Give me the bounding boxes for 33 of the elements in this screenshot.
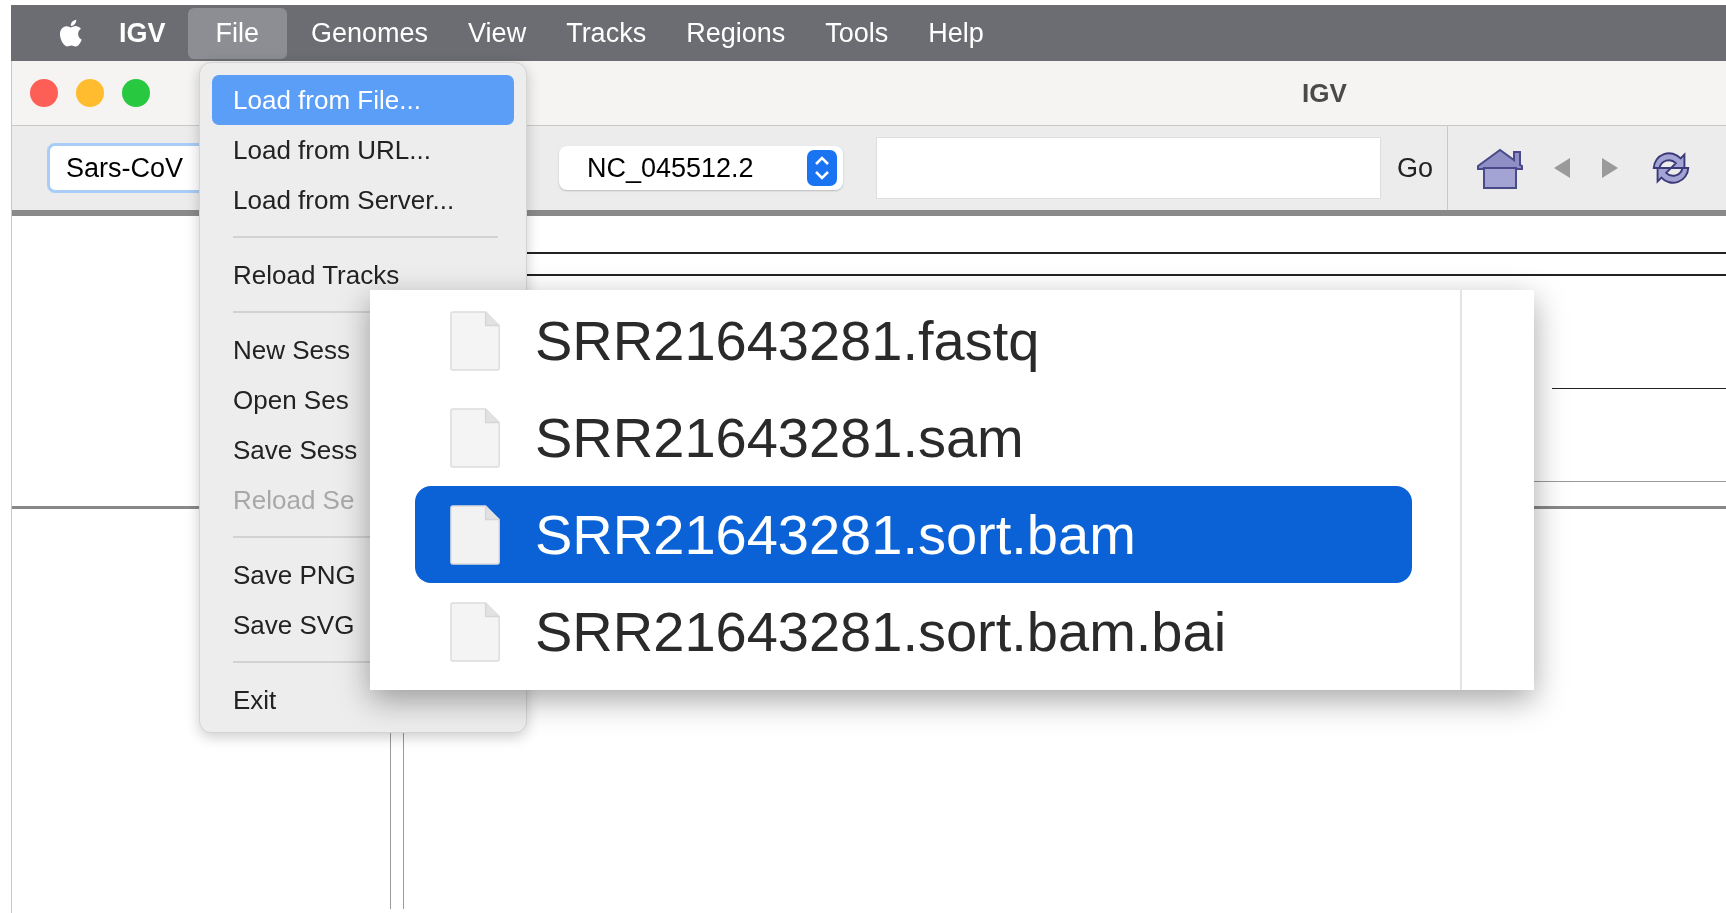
stepper-icon[interactable]	[807, 150, 837, 186]
menu-item[interactable]: Save Sess	[212, 425, 362, 475]
minimize-button[interactable]	[76, 79, 104, 107]
menu-title[interactable]: Regions	[670, 9, 802, 57]
menu-title[interactable]: Tracks	[550, 9, 663, 57]
document-icon	[449, 309, 503, 372]
home-icon[interactable]	[1476, 146, 1525, 190]
menu-title[interactable]: Genomes	[295, 9, 445, 57]
document-icon	[449, 503, 503, 566]
window-title: IGV	[1302, 77, 1347, 109]
menu-item[interactable]: New Sess	[212, 325, 355, 375]
file-row[interactable]: SRR21643281.sort.bam	[415, 486, 1412, 583]
apple-logo-icon[interactable]	[57, 18, 83, 48]
file-row[interactable]: SRR21643281.fastq	[415, 292, 1412, 389]
file-row[interactable]: SRR21643281.sort.bam.bai	[415, 583, 1412, 680]
menu-title[interactable]: View	[452, 9, 543, 57]
menu-title[interactable]: IGV	[103, 9, 182, 57]
file-row[interactable]: SRR21643281.sam	[415, 389, 1412, 486]
menu-title[interactable]: Tools	[809, 9, 905, 57]
locus-field[interactable]	[876, 137, 1381, 199]
menu-item[interactable]: Reload Tracks	[212, 250, 404, 300]
menu-title[interactable]: Help	[912, 9, 1000, 57]
menu-item[interactable]: Exit	[212, 675, 281, 725]
menu-item[interactable]: Open Ses	[212, 375, 353, 425]
document-icon	[449, 600, 503, 663]
go-button[interactable]: Go	[1391, 148, 1440, 188]
document-icon	[449, 406, 503, 469]
zoom-button[interactable]	[122, 79, 150, 107]
chromosome-dropdown[interactable]: NC_045512.2	[559, 146, 843, 190]
menu-item[interactable]: Save PNG	[212, 550, 360, 600]
menu-item[interactable]: Save SVG	[212, 600, 359, 650]
close-button[interactable]	[30, 79, 58, 107]
back-icon[interactable]	[1552, 157, 1573, 179]
